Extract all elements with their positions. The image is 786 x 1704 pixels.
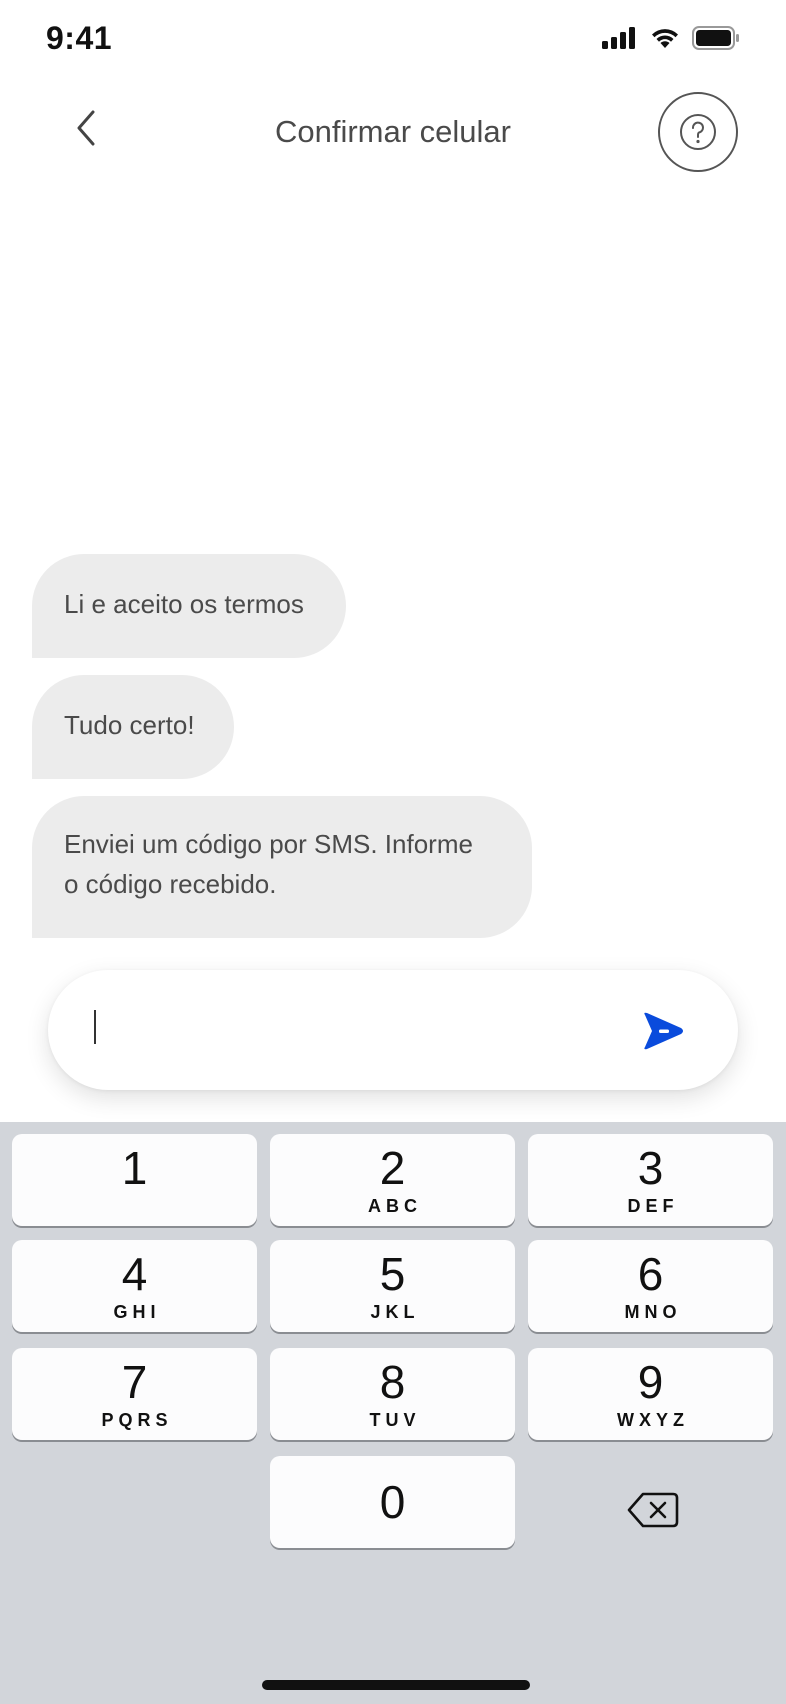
key-digit: 5 xyxy=(379,1248,406,1300)
key-digit: 4 xyxy=(121,1248,148,1300)
key-digit: 6 xyxy=(637,1248,664,1300)
key-digit: 7 xyxy=(121,1356,148,1408)
message-bubble: Tudo certo! xyxy=(32,675,234,779)
key-letters: JKL xyxy=(370,1302,420,1322)
key-letters: PQRS xyxy=(101,1410,173,1430)
status-time: 9:41 xyxy=(46,20,113,56)
send-icon xyxy=(644,1012,683,1050)
key-digit: 2 xyxy=(379,1142,406,1194)
key-3[interactable]: 3 DEF xyxy=(528,1134,773,1226)
key-7[interactable]: 7 PQRS xyxy=(12,1348,257,1440)
status-bar: 9:41 xyxy=(0,0,786,80)
key-6[interactable]: 6 MNO xyxy=(528,1240,773,1332)
message-composer xyxy=(48,970,738,1090)
key-1[interactable]: 1 xyxy=(12,1134,257,1226)
key-letters: TUV xyxy=(369,1410,421,1430)
key-digit: 1 xyxy=(121,1142,148,1194)
signal-icon xyxy=(602,27,635,49)
key-5[interactable]: 5 JKL xyxy=(270,1240,515,1332)
key-0[interactable]: 0 xyxy=(270,1456,515,1548)
backspace-icon xyxy=(627,1492,678,1528)
message-bubble: Li e aceito os termos xyxy=(32,554,346,658)
nav-bar: Confirmar celular xyxy=(0,84,786,180)
wifi-icon xyxy=(652,29,678,48)
help-button[interactable] xyxy=(658,92,738,172)
chat-thread: Li e aceito os termos Tudo certo! Enviei… xyxy=(32,554,752,955)
question-icon xyxy=(680,114,716,150)
key-letters: MNO xyxy=(624,1302,682,1322)
message-text-line: Enviei um código por SMS. Informe xyxy=(64,829,473,859)
key-2[interactable]: 2 ABC xyxy=(270,1134,515,1226)
key-4[interactable]: 4 GHI xyxy=(12,1240,257,1332)
key-letters: GHI xyxy=(113,1302,161,1322)
message-text: Tudo certo! xyxy=(64,710,195,740)
text-cursor xyxy=(94,1010,96,1044)
battery-icon xyxy=(692,26,739,50)
key-8[interactable]: 8 TUV xyxy=(270,1348,515,1440)
key-letters: WXYZ xyxy=(617,1410,689,1430)
key-letters: DEF xyxy=(627,1196,679,1216)
message-text-line: o código recebido. xyxy=(64,869,277,899)
key-digit: 0 xyxy=(379,1476,406,1528)
home-indicator xyxy=(262,1680,530,1690)
key-digit: 8 xyxy=(379,1356,406,1408)
message-bubble: Enviei um código por SMS. Informe o códi… xyxy=(32,796,532,938)
key-digit: 9 xyxy=(637,1356,664,1408)
delete-key[interactable] xyxy=(530,1464,775,1556)
status-icons xyxy=(602,26,740,50)
numeric-keypad: 1 2 ABC 3 DEF 4 GHI 5 JKL 6 MNO 7 PQRS 8… xyxy=(0,1122,786,1704)
key-digit: 3 xyxy=(637,1142,664,1194)
code-input[interactable] xyxy=(88,1000,628,1060)
key-letters: ABC xyxy=(368,1196,422,1216)
send-button[interactable] xyxy=(638,1006,688,1056)
key-9[interactable]: 9 WXYZ xyxy=(528,1348,773,1440)
message-text: Li e aceito os termos xyxy=(64,589,304,619)
